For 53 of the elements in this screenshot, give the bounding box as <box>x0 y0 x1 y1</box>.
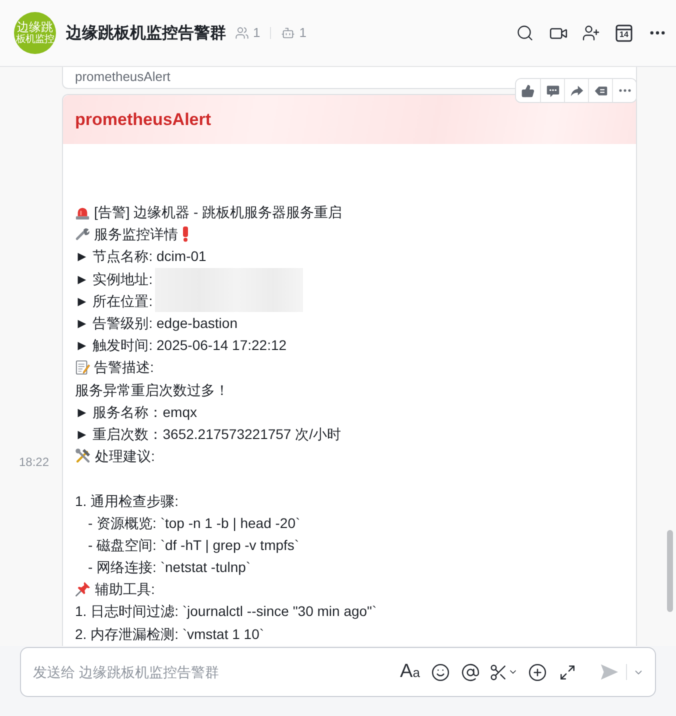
calendar-icon <box>614 23 634 43</box>
text-format-button[interactable]: Aa <box>399 660 421 684</box>
comment-icon <box>546 84 560 98</box>
members-icon <box>235 26 249 40</box>
message-line: 1. 通用检查步骤: <box>75 492 178 510</box>
section-heading: 告警描述: <box>94 358 154 376</box>
alert-heading: [告警] 边缘机器 - 跳板机服务器服务重启 <box>94 203 342 222</box>
thumbs-up-icon <box>521 84 535 98</box>
hammer-wrench-icon <box>75 448 91 464</box>
message-line: ► 触发时间: 2025-06-14 17:22:12 <box>75 336 287 354</box>
scrollbar-thumb[interactable] <box>667 530 673 612</box>
message-line: ► 节点名称: dcim-01 <box>75 247 206 266</box>
message-line: ► 所在位置: <box>75 292 153 310</box>
command-step: - 网络连接: `netstat -tulnp` <box>88 558 251 576</box>
search-icon <box>516 24 534 42</box>
section-heading: 辅助工具: <box>95 580 155 598</box>
bot-icon <box>281 26 296 40</box>
share-arrow-icon <box>570 84 584 98</box>
message-line: ► 重启次数：3652.217573221757 次/小时 <box>75 424 341 443</box>
exclamation-icon <box>182 226 189 242</box>
message-input-box[interactable]: 发送给 边缘跳板机监控告警群 Aa <box>20 647 656 697</box>
more-icon <box>650 31 664 35</box>
scissors-icon <box>489 662 508 682</box>
command-step: - 资源概览: `top -n 1 -b | head -20` <box>88 514 300 532</box>
pushpin-icon <box>75 581 91 598</box>
memo-icon <box>75 360 90 375</box>
calendar-button[interactable]: 14 <box>610 19 638 47</box>
wrench-icon <box>75 226 90 242</box>
avatar-text: 板机监控 <box>16 34 54 45</box>
member-count: 1 <box>253 25 260 41</box>
send-icon <box>600 663 618 681</box>
section-heading: 服务监控详情 <box>94 225 178 244</box>
avatar-text: 边缘跳 <box>17 21 53 34</box>
message-input[interactable]: 发送给 边缘跳板机监控告警群 <box>21 648 391 696</box>
at-sign-icon <box>460 662 480 682</box>
message-line: 2. 内存泄漏检测: `vmstat 1 10` <box>75 624 264 643</box>
expand-icon <box>558 664 576 680</box>
more-icon <box>618 89 630 92</box>
message-line: 服务异常重启次数过多！ <box>75 380 229 399</box>
plus-circle-icon <box>528 662 546 682</box>
message-line: ► 实例地址: <box>75 270 153 288</box>
add-user-icon <box>582 24 600 42</box>
smiley-icon <box>430 662 450 682</box>
message-time: 18:22 <box>19 455 50 469</box>
message-line: ► 告警级别: edge-bastion <box>75 314 238 332</box>
command-step: - 磁盘空间: `df -hT | grep -v tmpfs` <box>88 536 300 554</box>
message-line: ► 服务名称：emqx <box>75 402 197 421</box>
group-title: 边缘跳板机监控告警群 <box>66 23 226 44</box>
bot-count: 1 <box>299 25 306 41</box>
tag-icon <box>594 84 608 98</box>
message-line: 1. 日志时间过滤: `journalctl --since "30 min ago"` <box>75 602 377 620</box>
section-heading: 处理建议: <box>95 447 155 466</box>
card-title: prometheusAlert <box>75 110 212 130</box>
